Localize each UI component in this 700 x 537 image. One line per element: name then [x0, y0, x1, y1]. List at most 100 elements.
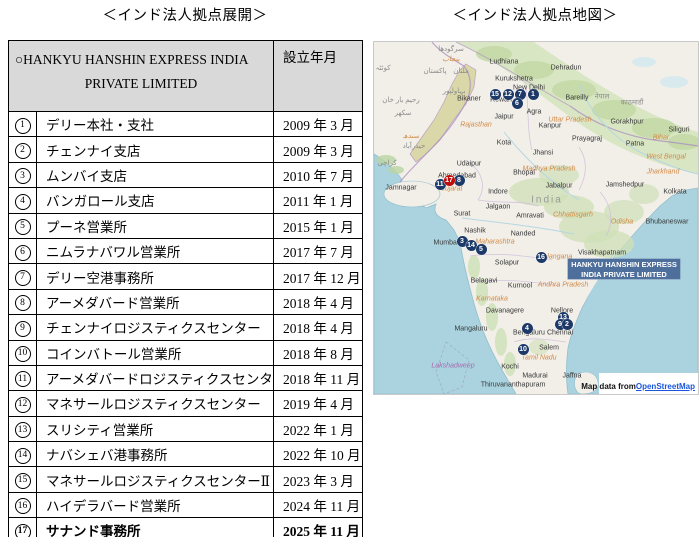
- row-number-cell: 1: [9, 112, 37, 137]
- circled-number: 11: [15, 371, 31, 387]
- map-place-label: Jhansi: [533, 150, 553, 157]
- map-place-label: Jalgaon: [486, 204, 511, 211]
- map-place-label: Jaipur: [494, 114, 513, 121]
- map-place-label: Madurai: [522, 373, 547, 380]
- table-row: 12マネサールロジスティクスセンター2019 年 4 月: [9, 391, 363, 416]
- map-place-label: Thiruvananthapuram: [481, 382, 546, 389]
- map-place-label: काठमाडौं: [621, 99, 644, 108]
- map-place-label: رحیم یار خان: [382, 96, 419, 104]
- map-place-label: Karnataka: [476, 296, 508, 303]
- circled-number: 3: [15, 168, 31, 184]
- map-place-label: Amravati: [516, 213, 544, 220]
- established-date-header: 設立年月: [274, 41, 363, 112]
- branch-table: ○HANKYU HANSHIN EXPRESS INDIA PRIVATE LI…: [8, 40, 363, 537]
- row-number-cell: 3: [9, 162, 37, 187]
- row-number-cell: 10: [9, 340, 37, 365]
- established-date: 2023 年 3 月: [274, 467, 363, 492]
- table-row: 15マネサールロジスティクスセンターⅡ2023 年 3 月: [9, 467, 363, 492]
- company-map-label-line1: HANKYU HANSHIN EXPRESS: [568, 260, 680, 270]
- map-place-label: Nanded: [511, 231, 536, 238]
- branch-name: アーメダバードロジスティクスセンター: [37, 365, 274, 390]
- branch-name: サナンド事務所: [37, 518, 274, 537]
- map-place-label: سکھر: [395, 109, 412, 117]
- branch-name: プーネ営業所: [37, 213, 274, 238]
- map-place-label: سرگودھا: [438, 45, 464, 53]
- company-map-label: HANKYU HANSHIN EXPRESS INDIA PRIVATE LIM…: [568, 259, 680, 279]
- map-title: ＜インド法人拠点地図＞: [373, 4, 697, 25]
- branch-name: デリー本社・支社: [37, 112, 274, 137]
- circled-number: 12: [15, 397, 31, 413]
- branch-name: スリシティ営業所: [37, 416, 274, 441]
- map-place-label: Patna: [626, 141, 644, 148]
- map-place-label: Jamshedpur: [606, 182, 645, 189]
- table-row: 7デリー空港事務所2017 年 12 月: [9, 264, 363, 289]
- map-place-label: Visakhapatnam: [578, 250, 626, 257]
- map-place-label: Udaipur: [457, 161, 482, 168]
- map-place-label: Bikaner: [457, 96, 481, 103]
- map-place-label: Kanpur: [539, 123, 562, 130]
- established-date: 2018 年 4 月: [274, 315, 363, 340]
- map-place-label: India: [531, 195, 563, 206]
- map-place-label: Andhra Pradesh: [538, 282, 589, 289]
- circled-number: 16: [15, 498, 31, 514]
- map-place-label: Salem: [539, 345, 559, 352]
- map-place-label: Gorakhpur: [610, 119, 643, 126]
- established-date: 2018 年 4 月: [274, 289, 363, 314]
- table-title: ＜インド法人拠点展開＞: [8, 4, 362, 25]
- table-row: 10コインバトール営業所2018 年 8 月: [9, 340, 363, 365]
- map-place-label: پنجاب: [442, 55, 459, 63]
- map-place-label: پاکستان: [423, 67, 446, 75]
- map-place-label: Mumbai: [434, 240, 459, 247]
- map-place-label: Siliguri: [668, 127, 689, 134]
- map-attribution: Map data from OpenStreetMap: [599, 373, 698, 394]
- row-number-cell: 13: [9, 416, 37, 441]
- row-number-cell: 9: [9, 315, 37, 340]
- branch-name: ナバシェバ港事務所: [37, 442, 274, 467]
- map-marker-8: 8: [454, 175, 465, 186]
- map-marker-12: 12: [503, 89, 514, 100]
- map-marker-4: 4: [522, 323, 533, 334]
- row-number-cell: 7: [9, 264, 37, 289]
- row-number-cell: 15: [9, 467, 37, 492]
- map-place-label: Madhya Pradesh: [523, 166, 576, 173]
- map-marker-10: 10: [518, 344, 529, 355]
- map-place-label: Rajasthan: [460, 122, 492, 129]
- branch-name: ハイデラバード営業所: [37, 492, 274, 517]
- map-place-label: Tamil Nadu: [521, 355, 556, 362]
- map-marker-6: 6: [512, 98, 523, 109]
- map-place-label: Jaffna: [563, 373, 582, 380]
- map-place-label: سندھ: [403, 132, 420, 140]
- map-place-label: بہاولپور: [443, 87, 466, 95]
- row-number-cell: 2: [9, 137, 37, 162]
- india-map: HANKYU HANSHIN EXPRESS INDIA PRIVATE LIM…: [373, 41, 699, 395]
- row-number-cell: 12: [9, 391, 37, 416]
- map-place-label: West Bengal: [646, 154, 686, 161]
- map-marker-2: 2: [562, 319, 573, 330]
- map-place-label: Dehradun: [551, 65, 582, 72]
- table-row: 9チェンナイロジスティクスセンター2018 年 4 月: [9, 315, 363, 340]
- branch-name: バンガロール支店: [37, 188, 274, 213]
- company-name-line1: ○HANKYU HANSHIN EXPRESS INDIA: [10, 42, 272, 72]
- branch-name: チェンナイ支店: [37, 137, 274, 162]
- map-place-label: Lakshadweep: [431, 363, 474, 370]
- table-row: 5プーネ営業所2015 年 1 月: [9, 213, 363, 238]
- company-name-line2: PRIVATE LIMITED: [10, 72, 272, 96]
- map-marker-16: 16: [536, 252, 547, 263]
- map-place-label: Bihar: [653, 135, 669, 142]
- map-marker-17: 17: [444, 175, 455, 186]
- table-row: 16 ハイデラバード営業所2024 年 11 月: [9, 492, 363, 517]
- row-number-cell: 17: [9, 518, 37, 537]
- circled-number: 1: [15, 118, 31, 134]
- table-row: 1デリー本社・支社2009 年 3 月: [9, 112, 363, 137]
- established-date: 2024 年 11 月: [274, 492, 363, 517]
- established-date: 2011 年 1 月: [274, 188, 363, 213]
- established-date: 2017 年 7 月: [274, 238, 363, 263]
- map-place-label: Jamnagar: [385, 185, 416, 192]
- attribution-text: Map data from: [581, 382, 636, 391]
- map-place-label: Nashik: [464, 228, 485, 235]
- branch-name: マネサールロジスティクスセンターⅡ: [37, 467, 274, 492]
- row-number-cell: 5: [9, 213, 37, 238]
- openstreetmap-link[interactable]: OpenStreetMap: [636, 382, 695, 391]
- row-number-cell: 14: [9, 442, 37, 467]
- map-place-label: Jabalpur: [546, 183, 573, 190]
